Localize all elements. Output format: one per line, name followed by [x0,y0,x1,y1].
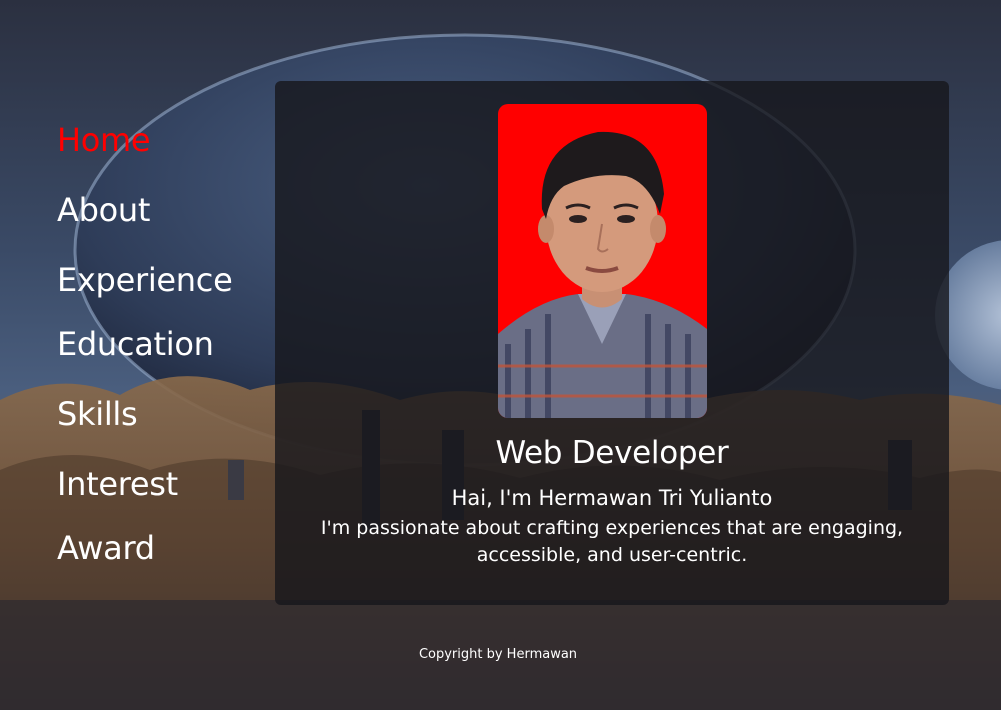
profile-photo [498,104,707,418]
nav-item-award[interactable]: Award [57,532,155,564]
nav-item-home[interactable]: Home [57,124,151,156]
nav-item-experience[interactable]: Experience [57,264,233,296]
nav-item-about[interactable]: About [57,194,150,226]
description-text: I'm passionate about crafting experience… [320,517,904,566]
nav-item-education[interactable]: Education [57,328,214,360]
greeting-text: Hai, I'm Hermawan Tri Yulianto [451,486,773,510]
nav-item-skills[interactable]: Skills [57,398,138,430]
nav-item-interest[interactable]: Interest [57,468,178,500]
role-title: Web Developer [495,435,729,471]
copyright-footer: Copyright by Hermawan [418,647,578,662]
page: Home About Experience Education Skills I… [0,0,1001,710]
